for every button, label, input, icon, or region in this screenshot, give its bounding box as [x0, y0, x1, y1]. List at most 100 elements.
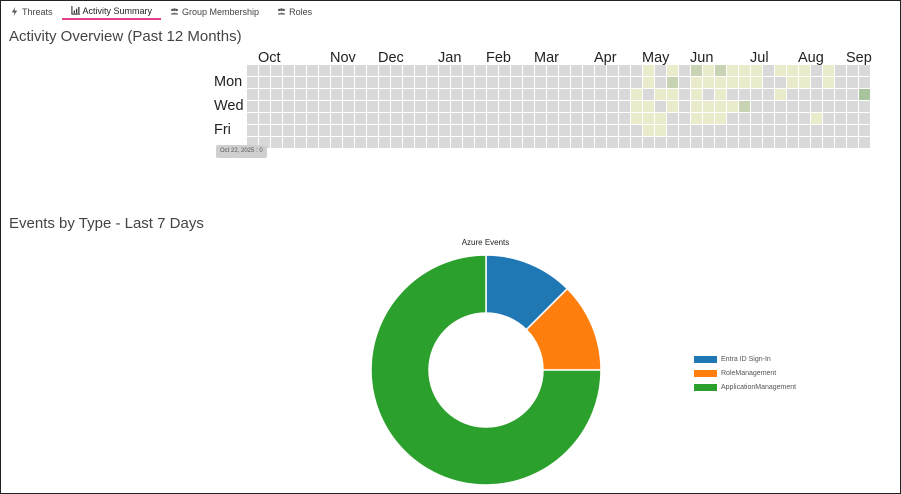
heatmap-cell[interactable] — [295, 65, 306, 76]
heatmap-cell[interactable] — [547, 137, 558, 148]
heatmap-cell[interactable] — [547, 125, 558, 136]
heatmap-cell[interactable] — [355, 77, 366, 88]
heatmap-cell[interactable] — [355, 65, 366, 76]
heatmap-cell[interactable] — [775, 77, 786, 88]
heatmap-cell[interactable] — [283, 125, 294, 136]
heatmap-cell[interactable] — [415, 137, 426, 148]
heatmap-cell[interactable] — [451, 65, 462, 76]
heatmap-cell[interactable] — [439, 77, 450, 88]
heatmap-cell[interactable] — [535, 125, 546, 136]
heatmap-cell[interactable] — [703, 89, 714, 100]
heatmap-cell[interactable] — [691, 89, 702, 100]
heatmap-cell[interactable] — [283, 65, 294, 76]
heatmap-cell[interactable] — [631, 65, 642, 76]
heatmap-cell[interactable] — [799, 101, 810, 112]
heatmap-cell[interactable] — [643, 101, 654, 112]
heatmap-cell[interactable] — [523, 125, 534, 136]
heatmap-cell[interactable] — [403, 101, 414, 112]
heatmap-cell[interactable] — [835, 137, 846, 148]
heatmap-cell[interactable] — [499, 89, 510, 100]
heatmap-cell[interactable] — [835, 89, 846, 100]
heatmap-cell[interactable] — [727, 137, 738, 148]
heatmap-cell[interactable] — [547, 89, 558, 100]
heatmap-cell[interactable] — [607, 125, 618, 136]
heatmap-cell[interactable] — [271, 89, 282, 100]
heatmap-cell[interactable] — [715, 77, 726, 88]
heatmap-cell[interactable] — [835, 101, 846, 112]
heatmap-cell[interactable] — [595, 77, 606, 88]
heatmap-cell[interactable] — [535, 65, 546, 76]
heatmap-cell[interactable] — [619, 113, 630, 124]
heatmap-cell[interactable] — [859, 77, 870, 88]
heatmap-cell[interactable] — [643, 113, 654, 124]
heatmap-cell[interactable] — [751, 113, 762, 124]
heatmap-cell[interactable] — [679, 137, 690, 148]
heatmap-cell[interactable] — [331, 137, 342, 148]
heatmap-cell[interactable] — [307, 77, 318, 88]
heatmap-cell[interactable] — [247, 125, 258, 136]
heatmap-cell[interactable] — [307, 101, 318, 112]
heatmap-cell[interactable] — [811, 125, 822, 136]
heatmap-cell[interactable] — [727, 65, 738, 76]
heatmap-cell[interactable] — [847, 65, 858, 76]
heatmap-cell[interactable] — [715, 113, 726, 124]
heatmap-cell[interactable] — [475, 65, 486, 76]
heatmap-cell[interactable] — [343, 89, 354, 100]
heatmap-cell[interactable] — [499, 125, 510, 136]
heatmap-cell[interactable] — [343, 101, 354, 112]
heatmap-cell[interactable] — [727, 101, 738, 112]
heatmap-cell[interactable] — [343, 137, 354, 148]
heatmap-cell[interactable] — [703, 113, 714, 124]
heatmap-cell[interactable] — [427, 101, 438, 112]
heatmap-cell[interactable] — [331, 125, 342, 136]
heatmap-cell[interactable] — [367, 89, 378, 100]
heatmap-cell[interactable] — [331, 89, 342, 100]
heatmap-cell[interactable] — [787, 89, 798, 100]
heatmap-cell[interactable] — [259, 125, 270, 136]
heatmap-cell[interactable] — [475, 125, 486, 136]
heatmap-cell[interactable] — [487, 101, 498, 112]
heatmap-cell[interactable] — [247, 101, 258, 112]
heatmap-cell[interactable] — [403, 65, 414, 76]
heatmap-cell[interactable] — [523, 77, 534, 88]
heatmap-cell[interactable] — [655, 77, 666, 88]
heatmap-cell[interactable] — [307, 137, 318, 148]
heatmap-cell[interactable] — [271, 77, 282, 88]
heatmap-cell[interactable] — [355, 125, 366, 136]
heatmap-cell[interactable] — [787, 77, 798, 88]
heatmap-cell[interactable] — [787, 65, 798, 76]
heatmap-cell[interactable] — [487, 89, 498, 100]
heatmap-cell[interactable] — [787, 137, 798, 148]
heatmap-cell[interactable] — [787, 101, 798, 112]
heatmap-cell[interactable] — [727, 113, 738, 124]
heatmap-cell[interactable] — [619, 137, 630, 148]
heatmap-cell[interactable] — [823, 137, 834, 148]
heatmap-cell[interactable] — [379, 125, 390, 136]
heatmap-cell[interactable] — [799, 65, 810, 76]
heatmap-cell[interactable] — [487, 137, 498, 148]
heatmap-cell[interactable] — [847, 89, 858, 100]
heatmap-cell[interactable] — [703, 77, 714, 88]
heatmap-cell[interactable] — [667, 89, 678, 100]
heatmap-cell[interactable] — [667, 101, 678, 112]
heatmap-cell[interactable] — [451, 77, 462, 88]
heatmap-cell[interactable] — [379, 137, 390, 148]
heatmap-cell[interactable] — [463, 77, 474, 88]
heatmap-cell[interactable] — [607, 77, 618, 88]
heatmap-cell[interactable] — [379, 65, 390, 76]
heatmap-cell[interactable] — [391, 89, 402, 100]
heatmap-cell[interactable] — [679, 113, 690, 124]
heatmap-cell[interactable] — [799, 113, 810, 124]
heatmap-cell[interactable] — [715, 65, 726, 76]
heatmap-cell[interactable] — [415, 77, 426, 88]
heatmap-cell[interactable] — [631, 101, 642, 112]
heatmap-cell[interactable] — [511, 89, 522, 100]
heatmap-cell[interactable] — [391, 113, 402, 124]
heatmap-cell[interactable] — [439, 89, 450, 100]
heatmap-cell[interactable] — [619, 101, 630, 112]
heatmap-cell[interactable] — [271, 101, 282, 112]
heatmap-cell[interactable] — [439, 65, 450, 76]
heatmap-cell[interactable] — [751, 77, 762, 88]
heatmap-cell[interactable] — [379, 113, 390, 124]
heatmap-cell[interactable] — [655, 101, 666, 112]
